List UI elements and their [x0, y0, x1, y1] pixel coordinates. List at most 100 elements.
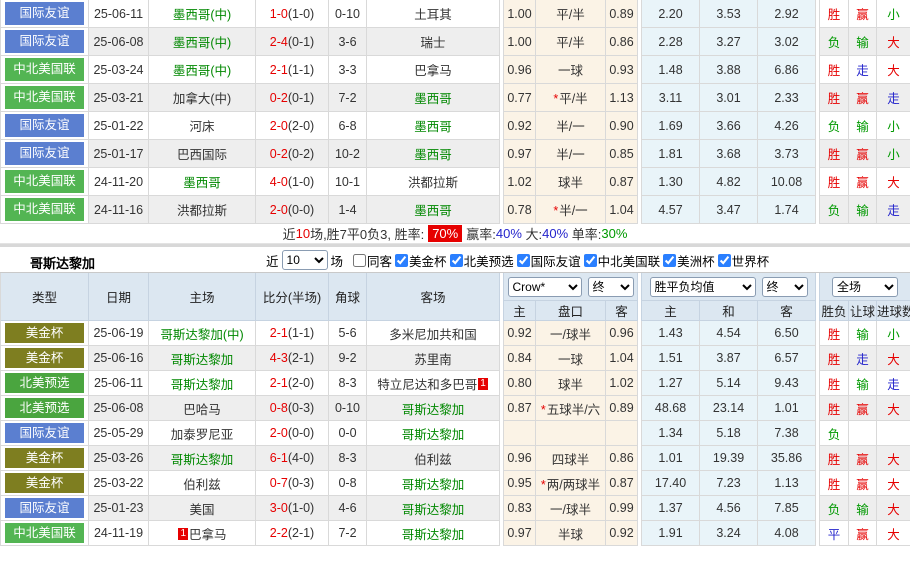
- match-row: 中北美国联24-11-20墨西哥4-0(1-0)10-1洪都拉斯1.02球半0.…: [1, 168, 910, 196]
- away-team-cell[interactable]: 哥斯达黎加: [367, 496, 500, 521]
- corners-cell: 8-3: [329, 446, 367, 471]
- home-team-cell[interactable]: 哥斯达黎加: [149, 346, 256, 371]
- crown-away-odds-cell: 0.93: [606, 56, 638, 84]
- filter-checkbox[interactable]: [450, 254, 463, 267]
- handicap-cell: 半球: [536, 521, 606, 546]
- away-team-cell[interactable]: 哥斯达黎加: [367, 396, 500, 421]
- home-team-cell[interactable]: 1巴拿马: [149, 521, 256, 546]
- avg-odds-select[interactable]: 胜平负均值: [650, 277, 756, 297]
- recent-games-select[interactable]: 10: [282, 250, 328, 270]
- away-team-cell[interactable]: 特立尼达和多巴哥1: [367, 371, 500, 396]
- final-odds-select[interactable]: 终: [588, 277, 634, 297]
- handicap-result-cell: 赢: [849, 168, 877, 196]
- home-team-cell[interactable]: 墨西哥(中): [149, 0, 256, 28]
- crown-away-odds-cell: 0.99: [606, 496, 638, 521]
- halftime-score: (0-1): [288, 35, 314, 49]
- single-rate: 30%: [601, 226, 627, 241]
- crown-away-odds-cell: 0.86: [606, 446, 638, 471]
- handicap-cell: *平/半: [536, 84, 606, 112]
- result-cell: 胜: [820, 396, 849, 421]
- avg-win-odds-cell: 4.57: [642, 196, 700, 224]
- filter-国际友谊[interactable]: 国际友谊: [517, 251, 581, 270]
- col-header-result: 胜负: [820, 301, 849, 321]
- filter-checkbox[interactable]: [395, 254, 408, 267]
- home-team-cell[interactable]: 墨西哥: [149, 168, 256, 196]
- goals-result-cell: 大: [877, 396, 910, 421]
- away-team-cell[interactable]: 墨西哥: [367, 140, 500, 168]
- filter-checkbox[interactable]: [584, 254, 597, 267]
- home-team-cell[interactable]: 美国: [149, 496, 256, 521]
- halftime-score: (0-3): [288, 476, 314, 490]
- crown-away-odds-cell: 0.90: [606, 112, 638, 140]
- filter-世界杯[interactable]: 世界杯: [718, 251, 770, 270]
- result-cell: 平: [820, 521, 849, 546]
- corners-cell: 0-0: [329, 421, 367, 446]
- odds-source-select[interactable]: Crow*: [508, 277, 582, 297]
- goals-result-cell: [877, 421, 910, 446]
- home-team-cell[interactable]: 哥斯达黎加: [149, 371, 256, 396]
- away-team-cell[interactable]: 巴拿马: [367, 56, 500, 84]
- avg-draw-odds-cell: 19.39: [700, 446, 758, 471]
- home-team-cell[interactable]: 哥斯达黎加(中): [149, 321, 256, 346]
- avg-win-odds-cell: 1.48: [642, 56, 700, 84]
- away-team-cell[interactable]: 墨西哥: [367, 84, 500, 112]
- match-row: 美金杯25-03-26哥斯达黎加6-1(4-0)8-3伯利兹0.96四球半0.8…: [1, 446, 910, 471]
- filter-美金杯[interactable]: 美金杯: [395, 251, 447, 270]
- corners-cell: 7-2: [329, 521, 367, 546]
- handicap-result-cell: 赢: [849, 521, 877, 546]
- away-team-cell[interactable]: 伯利兹: [367, 446, 500, 471]
- win-rate-badge: 70%: [428, 225, 462, 242]
- final-avg-select[interactable]: 终: [762, 277, 808, 297]
- home-team-cell[interactable]: 伯利兹: [149, 471, 256, 496]
- summary-text: 近: [283, 224, 296, 243]
- league-cell: 美金杯: [1, 321, 89, 346]
- handicap-result-cell: 输: [849, 321, 877, 346]
- date-cell: 25-01-17: [89, 140, 149, 168]
- league-badge: 中北美国联: [5, 198, 84, 221]
- filter-北美预选[interactable]: 北美预选: [450, 251, 514, 270]
- away-team-cell[interactable]: 墨西哥: [367, 196, 500, 224]
- home-team-cell[interactable]: 墨西哥(中): [149, 28, 256, 56]
- handicap-star: *: [553, 92, 558, 106]
- away-team-cell[interactable]: 苏里南: [367, 346, 500, 371]
- match-row: 美金杯25-06-16哥斯达黎加4-3(2-1)9-2苏里南0.84一球1.04…: [1, 346, 910, 371]
- home-team-cell[interactable]: 河床: [149, 112, 256, 140]
- win-odds-rate: 40%: [496, 226, 522, 241]
- away-team-cell[interactable]: 洪都拉斯: [367, 168, 500, 196]
- home-team-cell[interactable]: 哥斯达黎加: [149, 446, 256, 471]
- fulltime-score: 3-0: [270, 501, 288, 515]
- handicap-cell: 球半: [536, 371, 606, 396]
- away-team-cell[interactable]: 哥斯达黎加: [367, 521, 500, 546]
- handicap-result-cell: [849, 421, 877, 446]
- match-scope-select[interactable]: 全场: [832, 277, 898, 297]
- halftime-score: (2-0): [288, 119, 314, 133]
- league-badge: 北美预选: [5, 373, 84, 393]
- home-team-cell[interactable]: 加泰罗尼亚: [149, 421, 256, 446]
- filter-美洲杯[interactable]: 美洲杯: [663, 251, 715, 270]
- handicap-cell: *五球半/六: [536, 396, 606, 421]
- home-team-cell[interactable]: 巴西国际: [149, 140, 256, 168]
- league-cell: 中北美国联: [1, 196, 89, 224]
- avg-win-odds-cell: 1.43: [642, 321, 700, 346]
- away-team-cell[interactable]: 哥斯达黎加: [367, 421, 500, 446]
- crown-home-odds-cell: 0.95: [504, 471, 536, 496]
- filter-checkbox[interactable]: [663, 254, 676, 267]
- home-team-cell[interactable]: 加拿大(中): [149, 84, 256, 112]
- away-team-cell[interactable]: 哥斯达黎加: [367, 471, 500, 496]
- avg-lose-odds-cell: 4.26: [758, 112, 816, 140]
- filter-中北美国联[interactable]: 中北美国联: [584, 251, 661, 270]
- filter-checkbox[interactable]: [718, 254, 731, 267]
- crown-home-odds-cell: [504, 421, 536, 446]
- home-team-cell[interactable]: 墨西哥(中): [149, 56, 256, 84]
- home-team-cell[interactable]: 洪都拉斯: [149, 196, 256, 224]
- filter-checkbox[interactable]: [517, 254, 530, 267]
- away-team-cell[interactable]: 墨西哥: [367, 112, 500, 140]
- away-team-cell[interactable]: 瑞士: [367, 28, 500, 56]
- handicap-result-cell: 赢: [849, 0, 877, 28]
- col-header-handicap-result: 让球: [849, 301, 877, 321]
- filter-同客[interactable]: 同客: [353, 251, 392, 270]
- away-team-cell[interactable]: 多米尼加共和国: [367, 321, 500, 346]
- away-team-cell[interactable]: 土耳其: [367, 0, 500, 28]
- filter-checkbox[interactable]: [353, 254, 366, 267]
- home-team-cell[interactable]: 巴哈马: [149, 396, 256, 421]
